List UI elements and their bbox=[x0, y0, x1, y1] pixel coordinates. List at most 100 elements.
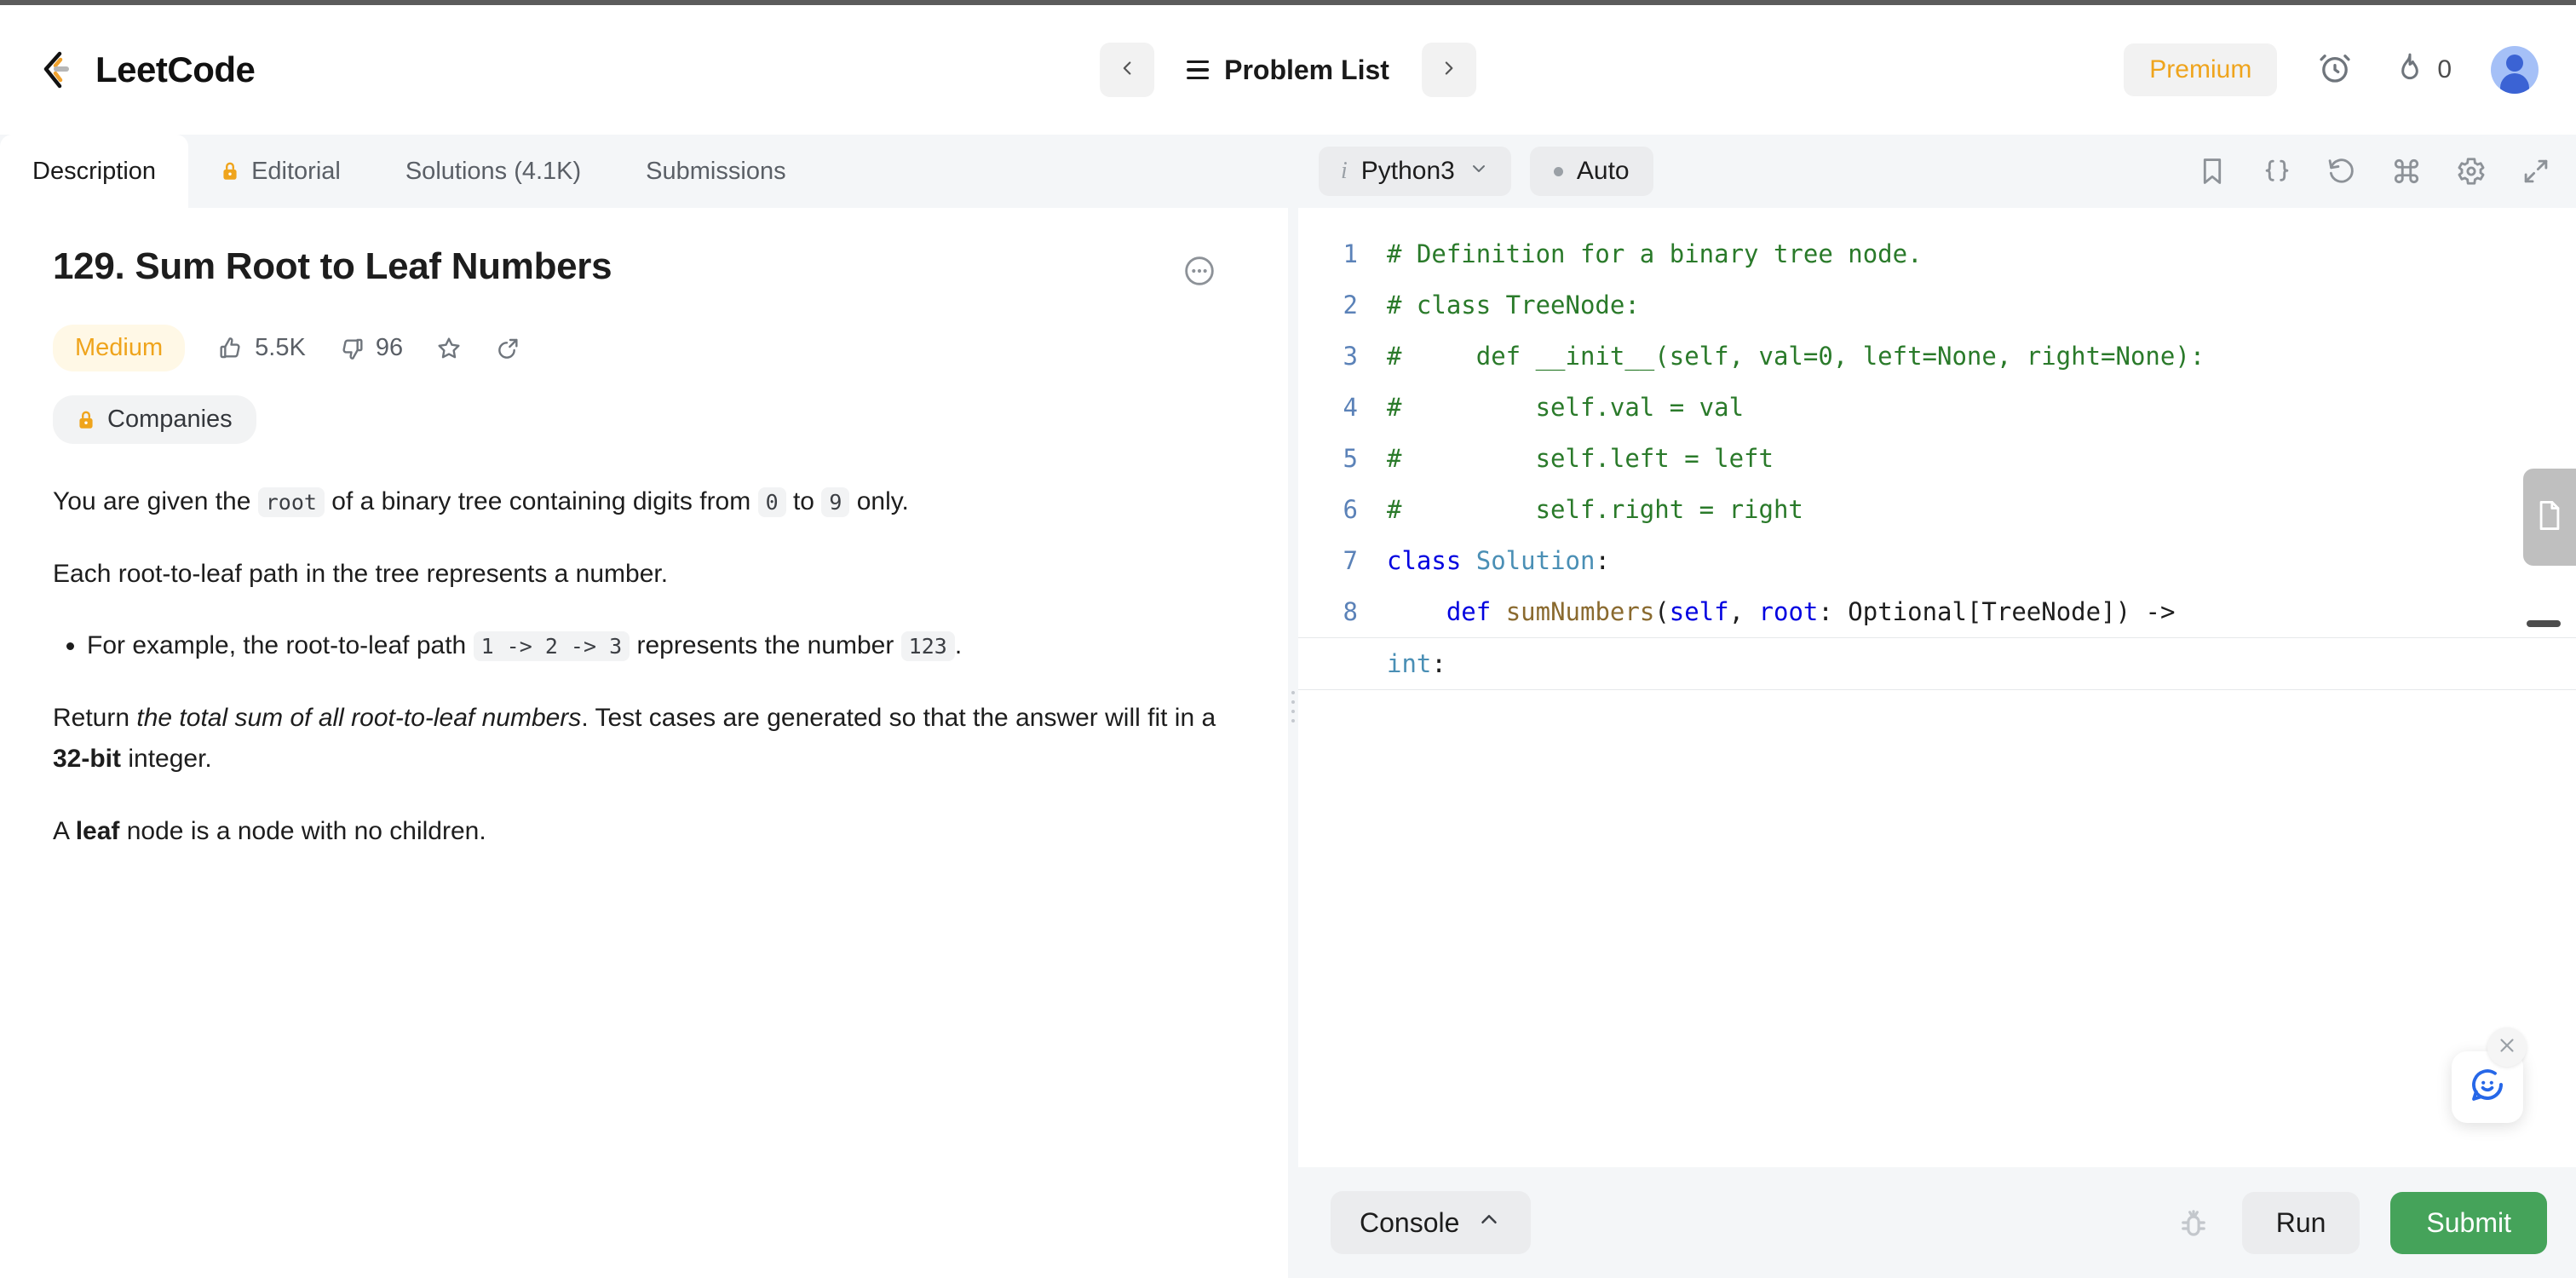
dislikes-count: 96 bbox=[375, 334, 404, 361]
text: Return bbox=[53, 703, 137, 732]
inline-code: 123 bbox=[900, 631, 955, 662]
tab-description[interactable]: Description bbox=[0, 135, 189, 208]
code-line: 6 # self.right = right bbox=[1298, 484, 2576, 535]
chat-smiley-icon bbox=[2467, 1065, 2508, 1110]
code-text: # self.left = left bbox=[1387, 444, 1774, 473]
dislikes-button[interactable]: 96 bbox=[338, 334, 403, 362]
brand-name: LeetCode bbox=[95, 49, 256, 89]
avatar[interactable] bbox=[2491, 46, 2539, 94]
likes-button[interactable]: 5.5K bbox=[217, 334, 306, 362]
text: You are given the bbox=[53, 487, 258, 515]
next-problem-button[interactable] bbox=[1421, 43, 1476, 97]
problem-navigation: Problem List bbox=[1100, 43, 1476, 97]
share-icon bbox=[495, 335, 522, 362]
leetcode-logo[interactable]: LeetCode bbox=[37, 48, 256, 92]
tab-submissions[interactable]: Submissions bbox=[613, 135, 818, 208]
favorite-button[interactable] bbox=[435, 335, 463, 362]
code-line: 3 # def __init__(self, val=0, left=None, … bbox=[1298, 331, 2576, 382]
lock-icon bbox=[221, 160, 239, 182]
description-paragraph-4: A leaf node is a node with no children. bbox=[53, 811, 1235, 853]
auto-sync-button[interactable]: Auto bbox=[1529, 147, 1653, 196]
description-paragraph-1: You are given the root of a binary tree … bbox=[53, 481, 1235, 523]
code-text: # Definition for a binary tree node. bbox=[1387, 239, 1923, 268]
expand-fullscreen-icon[interactable] bbox=[2520, 155, 2552, 187]
problem-meta: Medium 5.5K 96 bbox=[53, 325, 1235, 371]
streak-count: 0 bbox=[2437, 55, 2452, 83]
text: integer. bbox=[121, 745, 212, 774]
code-line: 7 class Solution: bbox=[1298, 535, 2576, 586]
problem-statement: You are given the root of a binary tree … bbox=[53, 481, 1235, 853]
bug-icon[interactable] bbox=[2176, 1205, 2211, 1241]
code-line: 5 # self.left = left bbox=[1298, 433, 2576, 484]
more-options-icon[interactable] bbox=[1182, 254, 1216, 292]
chevron-down-icon bbox=[1469, 157, 1489, 186]
share-button[interactable] bbox=[495, 335, 522, 362]
code-line: 4 # self.val = val bbox=[1298, 382, 2576, 433]
companies-button[interactable]: Companies bbox=[53, 395, 256, 444]
submit-button[interactable]: Submit bbox=[2390, 1191, 2547, 1254]
user-avatar-icon bbox=[2506, 55, 2523, 72]
code-lines[interactable]: 1 # Definition for a binary tree node. 2 # … bbox=[1298, 208, 2576, 690]
timer-button[interactable] bbox=[2316, 49, 2354, 91]
line-number: 2 bbox=[1343, 291, 1358, 320]
streak-button[interactable]: 0 bbox=[2393, 50, 2452, 90]
bookmark-icon[interactable] bbox=[2196, 155, 2228, 187]
right-panel: i Python3 Auto 1 # Definition for a bina… bbox=[1298, 135, 2576, 1278]
auto-label: Auto bbox=[1576, 157, 1630, 185]
reset-icon[interactable] bbox=[2326, 155, 2358, 187]
inline-code: root bbox=[257, 487, 325, 517]
editor-horizontal-scrollbar[interactable] bbox=[1299, 620, 2561, 627]
close-icon bbox=[2496, 1034, 2518, 1061]
run-button[interactable]: Run bbox=[2241, 1191, 2360, 1254]
text: only. bbox=[849, 487, 909, 515]
star-icon bbox=[435, 335, 463, 362]
leetcode-logo-icon bbox=[37, 48, 82, 92]
console-toggle-button[interactable]: Console bbox=[1331, 1191, 1532, 1254]
tab-solutions[interactable]: Solutions (4.1K) bbox=[373, 135, 613, 208]
console-label: Console bbox=[1360, 1206, 1460, 1238]
main-split: Description Editorial Solutions (4.1K) S… bbox=[0, 135, 2576, 1278]
document-tab-button[interactable] bbox=[2523, 469, 2576, 566]
prev-problem-button[interactable] bbox=[1100, 43, 1155, 97]
settings-gear-icon[interactable] bbox=[2455, 155, 2487, 187]
left-panel-tabs: Description Editorial Solutions (4.1K) S… bbox=[0, 135, 1288, 208]
status-badge[interactable]: Medium bbox=[53, 325, 186, 371]
info-icon: i bbox=[1341, 158, 1348, 184]
tab-label: Submissions bbox=[646, 157, 786, 185]
strong-text: 32-bit bbox=[53, 745, 122, 774]
tab-label: Description bbox=[32, 157, 157, 185]
tab-label: Solutions (4.1K) bbox=[405, 157, 582, 185]
language-selector[interactable]: i Python3 bbox=[1319, 147, 1511, 196]
document-icon bbox=[2535, 498, 2564, 537]
flame-icon bbox=[2393, 50, 2427, 90]
problem-description-panel: 129. Sum Root to Leaf Numbers Medium 5.5… bbox=[0, 208, 1288, 1278]
description-list: For example, the root-to-leaf path 1 -> … bbox=[53, 625, 1235, 667]
tab-editorial[interactable]: Editorial bbox=[188, 135, 373, 208]
text: of a binary tree containing digits from bbox=[324, 487, 758, 515]
code-line: 8 def sumNumbers(self, root: Optional[Tr… bbox=[1298, 586, 2576, 637]
editor-tool-buttons bbox=[2196, 155, 2552, 187]
problem-list-button[interactable]: Problem List bbox=[1178, 55, 1398, 86]
line-number: 8 bbox=[1343, 597, 1358, 626]
likes-count: 5.5K bbox=[255, 334, 306, 361]
panel-splitter[interactable] bbox=[1288, 135, 1298, 1278]
header-actions: Premium 0 bbox=[2124, 43, 2539, 96]
strong-text: leaf bbox=[75, 816, 120, 845]
chat-close-button[interactable] bbox=[2487, 1028, 2527, 1067]
premium-button[interactable]: Premium bbox=[2124, 43, 2278, 96]
title-row: 129. Sum Root to Leaf Numbers bbox=[53, 245, 1235, 292]
editor-toolbar: i Python3 Auto bbox=[1298, 135, 2576, 208]
chevron-up-icon bbox=[1476, 1206, 1502, 1239]
code-editor[interactable]: 1 # Definition for a binary tree node. 2 # … bbox=[1298, 208, 2576, 1167]
code-text: # class TreeNode: bbox=[1387, 291, 1640, 320]
description-paragraph-3: Return the total sum of all root-to-leaf… bbox=[53, 698, 1235, 780]
description-paragraph-2: Each root-to-leaf path in the tree repre… bbox=[53, 559, 669, 588]
command-shortcut-icon[interactable] bbox=[2390, 155, 2423, 187]
code-text: # self.val = val bbox=[1387, 393, 1745, 422]
text: . bbox=[954, 631, 963, 660]
inline-code: 1 -> 2 -> 3 bbox=[473, 631, 630, 662]
splitter-handle-icon bbox=[1291, 690, 1295, 722]
inline-code: 0 bbox=[757, 487, 786, 517]
line-number: 7 bbox=[1343, 546, 1358, 575]
code-format-icon[interactable] bbox=[2261, 155, 2293, 187]
